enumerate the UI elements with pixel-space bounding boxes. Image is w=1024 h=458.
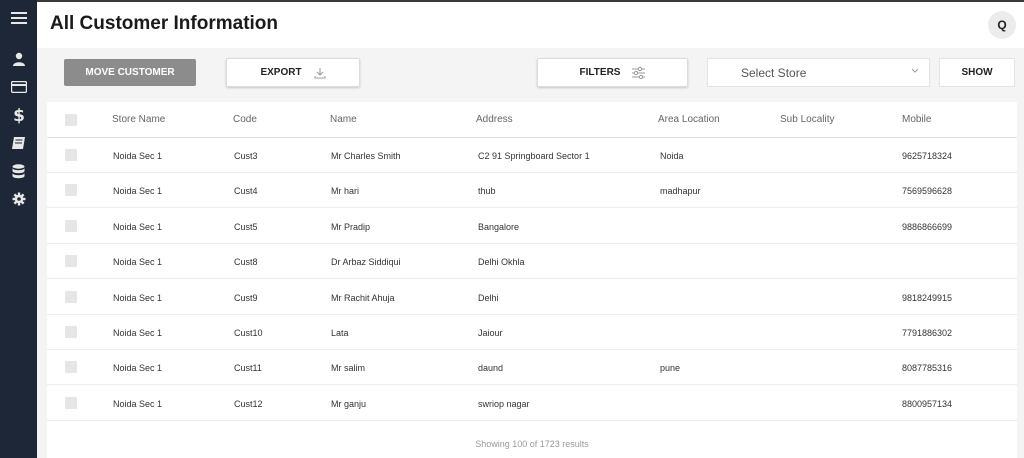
top-bar: All Customer Information Q: [37, 0, 1024, 48]
table-cell: Jaiour: [478, 328, 503, 338]
row-checkbox[interactable]: [65, 361, 77, 374]
sliders-icon: [632, 66, 646, 79]
results-count: Showing 100 of 1723 results: [475, 439, 589, 449]
table-cell: Cust11: [234, 363, 262, 374]
table-row[interactable]: Noida Sec 1 Cust9 Mr Rachit Ahuja Delhi 9818…: [47, 280, 1017, 315]
table-cell: Mr Pradip: [331, 221, 371, 232]
table-cell: 9886866699: [902, 221, 953, 232]
table-cell: Cust8: [234, 257, 258, 268]
page-title: All Customer Information: [50, 13, 279, 34]
avatar[interactable]: Q: [988, 11, 1016, 39]
table-cell: 9818249915: [902, 292, 953, 303]
show-button[interactable]: SHOW: [939, 58, 1015, 87]
table-cell: 7569596628: [902, 186, 953, 197]
table-cell: Noida Sec 1: [113, 292, 163, 303]
gear-icon[interactable]: [0, 188, 37, 210]
table-cell: Noida Sec 1: [113, 151, 163, 161]
table-cell: Noida Sec 1: [113, 398, 163, 409]
customer-table: Store Name Code Name Address Area Locati…: [47, 102, 1017, 458]
table-cell: 9625718324: [902, 151, 953, 161]
row-checkbox[interactable]: [65, 149, 77, 161]
table-cell: Mr ganju: [331, 398, 367, 409]
column-header[interactable]: Address: [476, 114, 513, 125]
column-header[interactable]: Area Location: [658, 114, 720, 125]
sidebar: $: [0, 0, 37, 458]
table-cell: thub: [478, 186, 496, 197]
column-header[interactable]: Sub Locality: [780, 114, 834, 125]
row-checkbox[interactable]: [65, 184, 77, 197]
table-cell: Mr hari: [331, 186, 360, 197]
row-checkbox[interactable]: [65, 396, 77, 409]
table-cell: 7791886302: [902, 328, 953, 338]
table-cell: Noida Sec 1: [113, 363, 163, 374]
table-row[interactable]: Noida Sec 1 Cust4 Mr hari thub madhapur 75695…: [47, 173, 1017, 209]
chevron-down-icon: [911, 68, 919, 73]
dollar-icon[interactable]: $: [0, 104, 37, 126]
table-cell: C2 91 Springboard Sector 1: [478, 151, 590, 161]
table-cell: Cust5: [234, 221, 258, 232]
card-icon[interactable]: [0, 76, 37, 98]
row-checkbox[interactable]: [65, 290, 77, 303]
menu-icon[interactable]: [0, 7, 37, 29]
table-cell: swriop nagar: [478, 398, 530, 409]
filters-label: FILTERS: [579, 67, 621, 78]
table-cell: Mr Charles Smith: [331, 151, 401, 161]
table-row[interactable]: Noida Sec 1 Cust10 Lata Jaiour 7791886302: [47, 315, 1017, 350]
table-cell: Noida Sec 1: [113, 257, 163, 268]
book-icon[interactable]: [0, 132, 37, 154]
select-all-checkbox[interactable]: [65, 114, 77, 126]
table-cell: Delhi: [478, 292, 499, 303]
table-cell: Noida Sec 1: [113, 328, 163, 338]
table-cell: 8800957134: [902, 398, 953, 409]
table-cell: Dr Arbaz Siddiqui: [331, 257, 401, 268]
table-cell: Cust4: [234, 186, 258, 197]
column-header[interactable]: Code: [233, 114, 257, 125]
toolbar: MOVE CUSTOMER EXPORT FILTERS Select Stor…: [37, 48, 1024, 102]
table-cell: Lata: [331, 328, 349, 338]
store-select-value: Select Store: [741, 65, 807, 80]
column-header[interactable]: Store Name: [112, 114, 165, 125]
table-cell: Cust10: [234, 328, 263, 338]
filters-button[interactable]: FILTERS: [537, 58, 688, 87]
table-cell: madhapur: [660, 186, 701, 197]
table-row[interactable]: Noida Sec 1 Cust5 Mr Pradip Bangalore 988686…: [47, 209, 1017, 244]
table-cell: Cust9: [234, 292, 258, 303]
svg-text:$: $: [13, 106, 25, 124]
user-icon[interactable]: [0, 48, 37, 70]
download-icon: [314, 67, 326, 78]
table-cell: Noida Sec 1: [113, 186, 163, 197]
table-cell: Bangalore: [478, 221, 520, 232]
table-row[interactable]: Noida Sec 1 Cust12 Mr ganju swriop nagar 880…: [47, 386, 1017, 421]
table-cell: Mr salim: [331, 363, 365, 374]
table-cell: Cust12: [234, 398, 263, 409]
store-select[interactable]: Select Store: [707, 58, 930, 87]
table-cell: Noida Sec 1: [113, 221, 163, 232]
table-cell: Delhi Okhla: [478, 257, 525, 268]
row-checkbox[interactable]: [65, 219, 77, 232]
column-header[interactable]: Mobile: [902, 114, 931, 125]
table-header: Store Name Code Name Address Area Locati…: [47, 102, 1017, 138]
move-customer-button[interactable]: MOVE CUSTOMER: [64, 59, 196, 86]
export-button[interactable]: EXPORT: [226, 58, 360, 87]
table-cell: Noida: [660, 151, 684, 161]
export-label: EXPORT: [260, 67, 302, 78]
table-cell: daund: [478, 363, 504, 374]
column-header[interactable]: Name: [330, 114, 357, 125]
row-checkbox[interactable]: [65, 326, 77, 338]
table-cell: pune: [660, 363, 681, 374]
table-cell: Cust3: [234, 151, 258, 161]
table-row[interactable]: Noida Sec 1 Cust3 Mr Charles Smith C2 91 Sp…: [47, 138, 1017, 173]
table-row[interactable]: Noida Sec 1 Cust8 Dr Arbaz Siddiqui Delhi O…: [47, 244, 1017, 280]
table-cell: 8087785316: [902, 363, 953, 374]
row-checkbox[interactable]: [65, 255, 77, 268]
table-cell: Mr Rachit Ahuja: [331, 292, 395, 303]
database-icon[interactable]: [0, 160, 37, 182]
table-row[interactable]: Noida Sec 1 Cust11 Mr salim daund pune 808778…: [47, 350, 1017, 386]
